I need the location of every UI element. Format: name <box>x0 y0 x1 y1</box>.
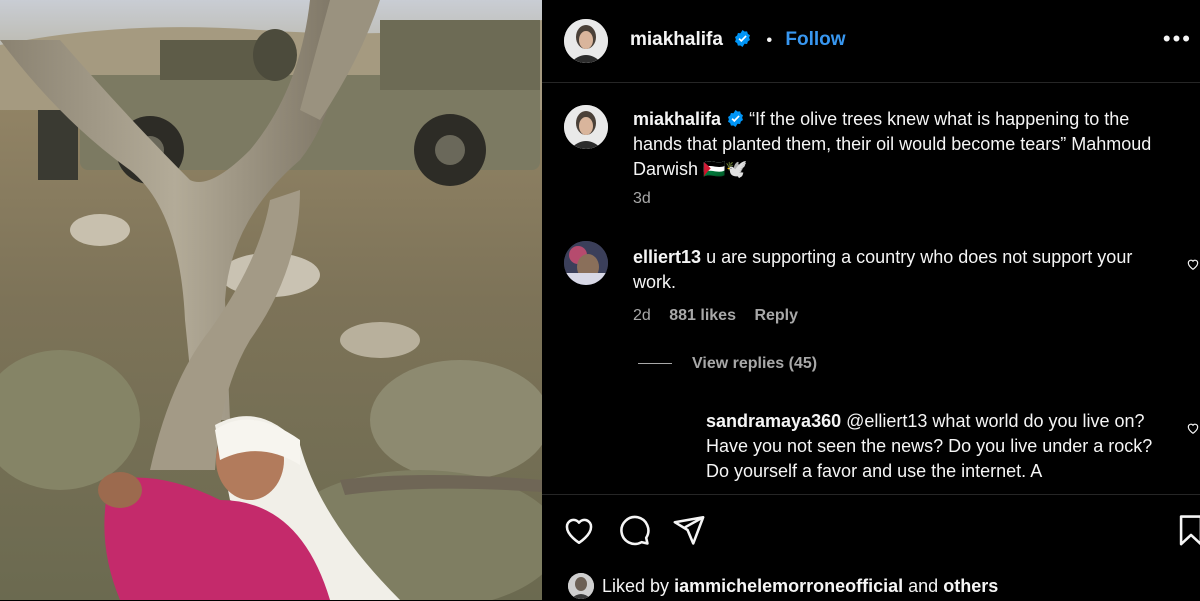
header-username-row: miakhalifa • Follow <box>630 29 846 51</box>
comment-time[interactable]: 2d <box>633 307 651 324</box>
post-header: miakhalifa • Follow ••• <box>542 0 1200 83</box>
comment-likes[interactable]: 881 likes <box>669 307 736 324</box>
caption-time[interactable]: 3d <box>633 190 651 208</box>
avatar-image <box>564 105 608 149</box>
verified-badge-icon <box>727 109 744 127</box>
commenter-avatar[interactable] <box>564 241 608 285</box>
reply-button[interactable]: Reply <box>754 307 798 324</box>
post-photo <box>0 0 542 600</box>
view-replies-label: View replies (45) <box>692 355 818 372</box>
follow-button[interactable]: Follow <box>785 29 845 50</box>
view-replies-button[interactable]: View replies (45) <box>638 355 817 373</box>
avatar-image <box>564 19 608 63</box>
comment-like-heart-icon[interactable] <box>1186 257 1200 271</box>
comment-meta: 2d 881 likes Reply <box>633 307 812 325</box>
liked-by-prefix: Liked by <box>602 576 670 596</box>
bookmark-icon[interactable] <box>1174 513 1200 547</box>
verified-badge-icon <box>734 30 751 47</box>
post-side-panel: miakhalifa • Follow ••• miakhalifa “If t… <box>542 0 1200 601</box>
comment-bubble-icon[interactable] <box>617 513 651 547</box>
liked-by-avatar[interactable] <box>568 573 594 599</box>
caption-username[interactable]: miakhalifa <box>633 109 721 129</box>
heart-icon[interactable] <box>562 513 596 547</box>
liked-by-user[interactable]: iammichelemorroneofficial <box>674 576 903 596</box>
reply-username[interactable]: sandramaya360 <box>706 411 841 431</box>
paper-plane-icon[interactable] <box>672 513 706 547</box>
liked-by-row: Liked by iammichelemorroneofficial and o… <box>568 573 998 599</box>
avatar-image <box>564 241 608 285</box>
caption-author-avatar[interactable] <box>564 105 608 149</box>
liked-by-and: and <box>908 576 939 596</box>
post-caption: miakhalifa “If the olive trees knew what… <box>633 107 1173 182</box>
author-username[interactable]: miakhalifa <box>630 29 723 50</box>
separator-dot: • <box>766 32 773 49</box>
post-image <box>0 0 542 600</box>
author-avatar[interactable] <box>564 19 608 63</box>
comment-username[interactable]: elliert13 <box>633 247 701 267</box>
comments-section[interactable]: miakhalifa “If the olive trees knew what… <box>542 83 1200 493</box>
post-actions-bar: Liked by iammichelemorroneofficial and o… <box>542 494 1200 601</box>
view-replies-divider <box>638 363 672 365</box>
reply-comment: sandramaya360 @elliert13 what world do y… <box>706 409 1176 484</box>
reply-like-heart-icon[interactable] <box>1186 421 1200 435</box>
more-options-icon[interactable]: ••• <box>1163 28 1192 50</box>
comment-text-row: elliert13 u are supporting a country who… <box>633 245 1178 295</box>
comment-text: u are supporting a country who does not … <box>633 247 1133 292</box>
liked-by-others[interactable]: others <box>943 576 998 596</box>
